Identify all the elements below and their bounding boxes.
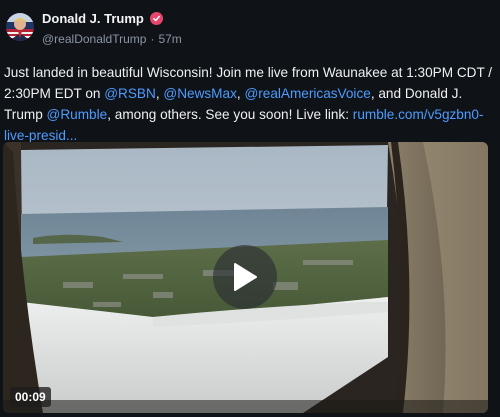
post-time[interactable]: 57m <box>158 32 181 46</box>
post-text: Just landed in beautiful Wisconsin! Join… <box>4 62 494 146</box>
avatar[interactable] <box>6 13 34 41</box>
mention-rsbn-link[interactable]: @RSBN <box>104 86 156 101</box>
author-meta: @realDonaldTrump · 57m <box>42 32 182 46</box>
mention-realamericasvoice-link[interactable]: @realAmericasVoice <box>244 86 370 101</box>
author-name[interactable]: Donald J. Trump <box>42 11 144 26</box>
author-name-row: Donald J. Trump <box>42 11 163 26</box>
post-text-segment: , among others. See you soon! Live link: <box>107 107 353 122</box>
play-button[interactable] <box>213 245 277 309</box>
video-player[interactable]: 00:09 <box>3 142 488 413</box>
meta-separator: · <box>150 32 155 46</box>
avatar-image <box>6 13 34 41</box>
verified-badge-icon <box>149 12 163 25</box>
mention-rumble-link[interactable]: @Rumble <box>47 107 108 122</box>
post-card: Donald J. Trump @realDonaldTrump · 57m J… <box>0 0 500 417</box>
mention-newsmax-link[interactable]: @NewsMax <box>163 86 236 101</box>
author-handle[interactable]: @realDonaldTrump <box>42 32 146 46</box>
video-duration: 00:09 <box>10 387 51 407</box>
play-icon <box>234 263 257 291</box>
